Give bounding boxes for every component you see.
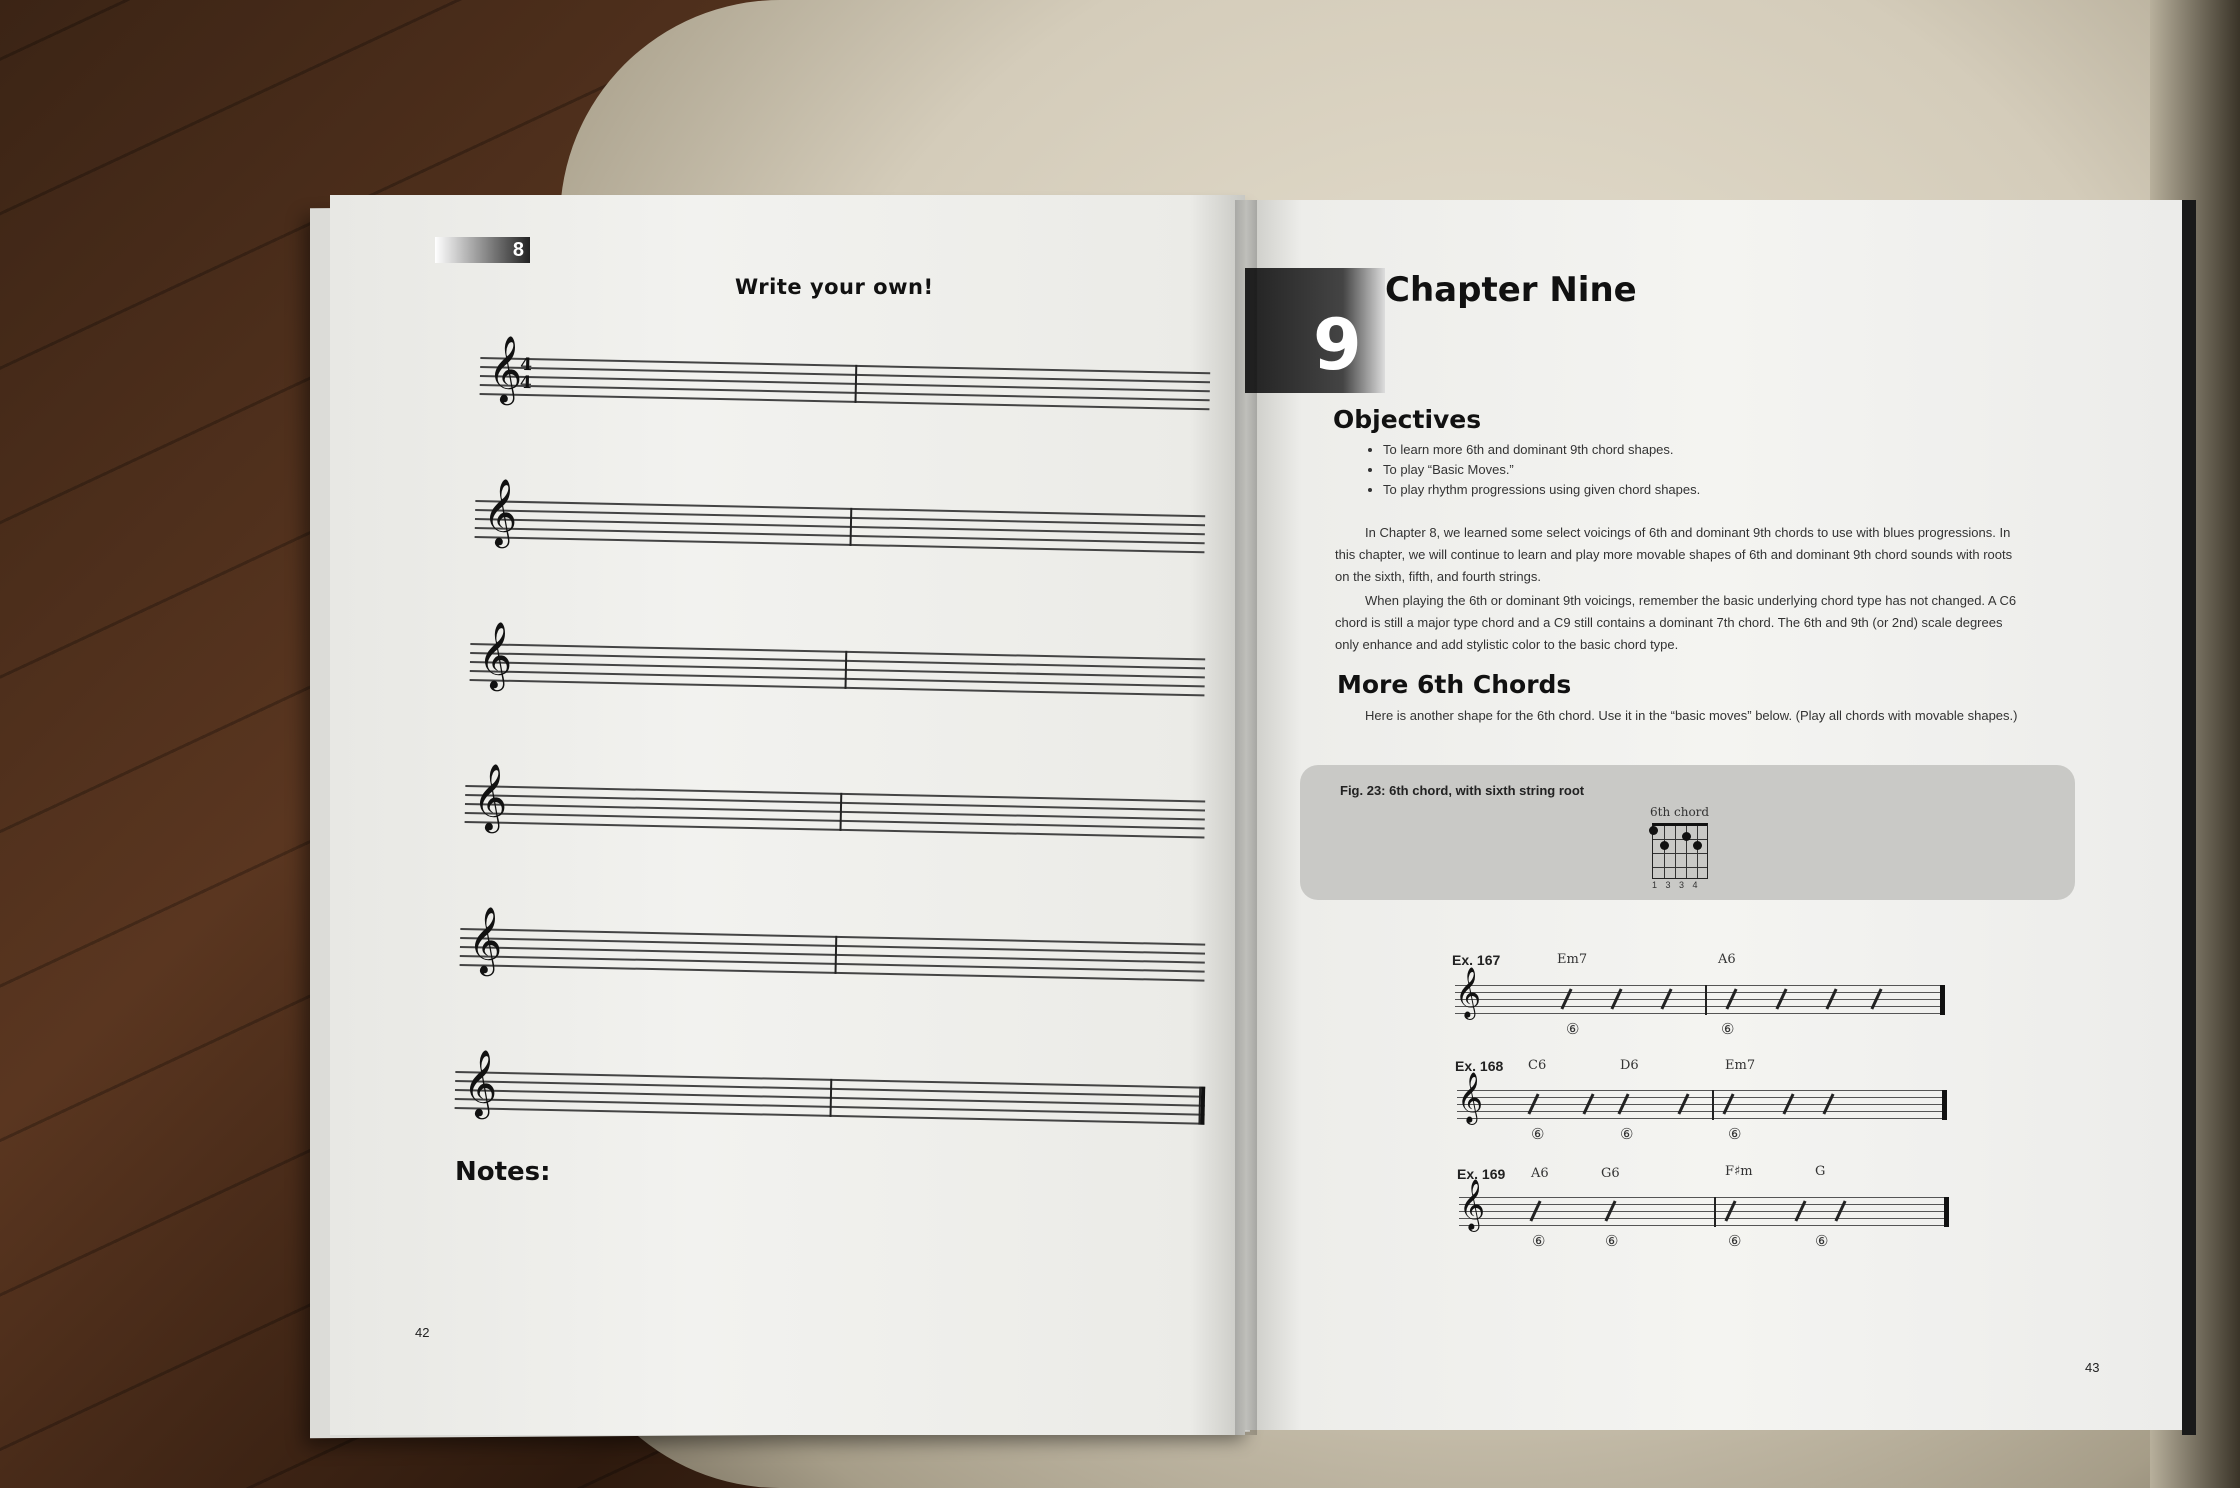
treble-clef-icon: 𝄞 [482, 477, 519, 546]
chord-symbol: A6 [1531, 1166, 1549, 1181]
string-number: ⑥ [1531, 1126, 1545, 1143]
intro-paragraph: In Chapter 8, we learned some select voi… [1335, 525, 2013, 584]
example-label: Ex. 167 [1452, 952, 1501, 968]
list-item: To play rhythm progressions using given … [1383, 480, 1700, 500]
section-heading: More 6th Chords [1337, 670, 1572, 699]
chapter-number: 9 [1313, 304, 1362, 386]
string-number: ⑥ [1605, 1233, 1619, 1250]
fingering: 1 3 3 4 [1652, 880, 1701, 890]
string-number: ⑥ [1728, 1126, 1742, 1143]
chapter-title: Chapter Nine [1385, 270, 1637, 310]
string-number: ⑥ [1721, 1021, 1735, 1038]
string-number: ⑥ [1566, 1021, 1580, 1038]
page-number: 42 [415, 1325, 430, 1340]
chapter-tab: 8 [435, 237, 530, 263]
music-staff: 𝄞 [464, 762, 1206, 838]
music-staff: 𝄞 [454, 1048, 1206, 1125]
music-staff: 𝄞 [459, 905, 1206, 982]
treble-clef-icon: 𝄞 [1457, 1072, 1484, 1123]
music-staff: 𝄞 [1457, 1076, 1947, 1120]
figure-title: Fig. 23: 6th chord, with sixth string ro… [1340, 783, 1585, 798]
treble-clef-icon: 𝄞 [1459, 1179, 1486, 1230]
chord-symbol: C6 [1528, 1058, 1547, 1073]
string-number: ⑥ [1728, 1233, 1742, 1250]
notes-label: Notes: [455, 1157, 551, 1187]
section-paragraph: Here is another shape for the 6th chord.… [1365, 708, 2018, 723]
string-number: ⑥ [1815, 1233, 1829, 1250]
book-gutter [1235, 200, 1257, 1435]
left-page: 8 Write your own! 𝄞 44 𝄞 𝄞 𝄞 𝄞 𝄞 Notes: … [330, 195, 1245, 1435]
objectives-heading: Objectives [1333, 405, 1482, 434]
music-staff: 𝄞 [1455, 971, 1945, 1015]
chord-paragraph: When playing the 6th or dominant 9th voi… [1335, 593, 2017, 652]
right-page: 9 Chapter Nine Objectives To learn more … [1245, 200, 2185, 1430]
chord-symbol: G [1815, 1164, 1826, 1179]
chord-symbol: Em7 [1725, 1058, 1756, 1073]
chord-symbol: F♯m [1725, 1164, 1753, 1179]
string-number: ⑥ [1532, 1233, 1546, 1250]
final-barline [1198, 1086, 1206, 1125]
treble-clef-icon: 𝄞 [472, 762, 509, 831]
time-signature: 44 [519, 354, 533, 394]
chord-diagram-label: 6th chord [1650, 805, 1710, 819]
objectives-list: To learn more 6th and dominant 9th chord… [1365, 440, 1700, 500]
treble-clef-icon: 𝄞 [467, 905, 504, 974]
music-staff: 𝄞 [1459, 1183, 1949, 1227]
list-item: To play “Basic Moves.” [1383, 460, 1700, 480]
page-number: 43 [2085, 1360, 2100, 1375]
music-staff: 𝄞 [469, 620, 1206, 696]
chord-symbol: G6 [1601, 1166, 1620, 1181]
chord-diagram [1649, 823, 1708, 879]
music-staff: 𝄞 44 [479, 334, 1211, 410]
treble-clef-icon: 𝄞 [487, 334, 524, 403]
treble-clef-icon: 𝄞 [477, 620, 514, 689]
music-staff: 𝄞 [474, 477, 1206, 553]
string-number: ⑥ [1620, 1126, 1634, 1143]
chord-symbol: D6 [1620, 1058, 1639, 1073]
chord-symbol: Em7 [1557, 952, 1588, 967]
figure-box: Fig. 23: 6th chord, with sixth string ro… [1300, 765, 2075, 900]
page-title: Write your own! [735, 275, 934, 299]
book-edge [2182, 200, 2196, 1435]
treble-clef-icon: 𝄞 [1455, 967, 1482, 1018]
treble-clef-icon: 𝄞 [462, 1048, 499, 1117]
list-item: To learn more 6th and dominant 9th chord… [1383, 440, 1700, 460]
chord-symbol: A6 [1718, 952, 1736, 967]
